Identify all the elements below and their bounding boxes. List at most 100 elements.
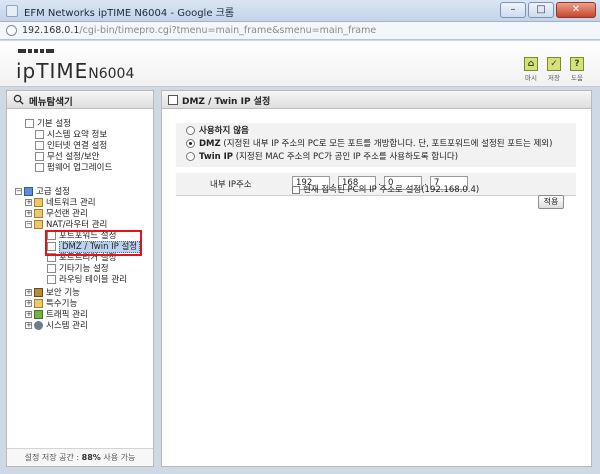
tree-advanced-settings[interactable]: − 고급 설정 [15,187,70,198]
home-button[interactable]: ⌂ 마시 [522,57,540,82]
menu-explorer: 메뉴탐색기 기본 설정 시스템 요약 정보 인터넷 연결 설정 무선 설정/보안… [6,90,154,467]
option-dmz[interactable]: DMZ (지정된 내부 IP 주소의 PC로 모든 포트를 개방합니다. 단, … [186,138,552,150]
mode-options: 사용하지 않음 DMZ (지정된 내부 IP 주소의 PC로 모든 포트를 개방… [176,123,576,167]
save-label: 저장 [548,74,560,82]
page-title: DMZ / Twin IP 설정 [182,97,271,107]
radio-dmz[interactable] [186,139,195,148]
tree-item-misc[interactable]: 기타기능 설정 [47,264,109,275]
logo: ipTIMEN6004 [16,59,134,83]
tree-item-label: 보안 기능 [46,288,80,298]
tree-item-security[interactable]: + 보안 기능 [25,288,80,299]
tree-item-label: 시스템 관리 [46,321,88,331]
option-disabled[interactable]: 사용하지 않음 [186,125,249,137]
header-buttons: ⌂ 마시 ✓ 저장 ? 도움 [522,57,586,82]
option-twinip[interactable]: Twin IP (지정된 MAC 주소의 PC가 공인 IP 주소를 사용하도록… [186,151,458,163]
storage-prefix: 설정 저장 공간 : [24,453,82,462]
page-icon [168,95,178,105]
tree-item-label: 라우팅 테이블 관리 [59,275,127,285]
collapse-icon[interactable]: − [25,221,32,228]
window-titlebar: EFM Networks ipTIME N6004 - Google 크롬 – … [0,0,600,22]
help-button[interactable]: ? 도움 [568,57,586,82]
document-icon [35,141,44,150]
tree-item-label: 트래픽 관리 [46,310,88,320]
document-icon [35,130,44,139]
folder-icon [34,220,43,229]
tree-item-wireless-security[interactable]: 무선 설정/보안 [35,152,100,163]
divider [176,195,576,196]
maximize-button[interactable]: □ [528,2,554,18]
document-icon [47,264,56,273]
use-current-pc-checkbox[interactable] [292,185,300,194]
storage-value: 88% [81,453,101,462]
tree-item-label: 네트워크 관리 [46,198,96,208]
expand-icon[interactable]: + [25,199,32,206]
tree-basic-label: 기본 설정 [37,119,71,129]
settings-icon [24,187,33,196]
expand-icon[interactable]: + [25,210,32,217]
expand-icon[interactable]: + [25,300,32,307]
url-text[interactable]: 192.168.0.1/cgi-bin/timepro.cgi?tmenu=ma… [22,25,376,36]
tree-item-special[interactable]: + 특수기능 [25,299,77,310]
app-icon [6,5,18,17]
search-icon [13,94,24,105]
radio-twinip[interactable] [186,152,195,161]
tree-item-label: 무선 설정/보안 [47,152,100,162]
content-panel: DMZ / Twin IP 설정 사용하지 않음 DMZ (지정된 내부 IP … [161,90,592,467]
highlight-annotation [45,230,142,256]
tree-item-system[interactable]: + 시스템 관리 [25,321,88,332]
internal-ip-label: 내부 IP주소 [210,180,252,190]
option-dmz-desc: (지정된 내부 IP 주소의 PC로 모든 포트를 개방합니다. 단, 포트포워… [220,139,553,149]
url-host: 192.168.0.1 [22,25,80,36]
folder-icon [34,209,43,218]
minimize-button[interactable]: – [500,2,526,18]
tree-item-label: 기타기능 설정 [59,264,109,274]
tree-item-label: NAT/라우터 관리 [46,220,108,230]
home-icon: ⌂ [524,57,538,71]
save-icon: ✓ [547,57,561,71]
tree-item-label: 특수기능 [46,299,78,309]
option-twinip-label: Twin IP [199,152,234,162]
storage-status: 설정 저장 공간 : 88% 사용 가능 [7,448,153,466]
option-twinip-desc: (지정된 MAC 주소의 PC가 공인 IP 주소를 사용하도록 합니다) [233,152,459,162]
menu-explorer-title: 메뉴탐색기 [29,97,73,108]
folder-icon [34,299,43,308]
tree-item-traffic[interactable]: + 트래픽 관리 [25,310,88,321]
tree-item-network[interactable]: + 네트워크 관리 [25,198,96,209]
tree-item-routing-table[interactable]: 라우팅 테이블 관리 [47,275,127,286]
use-current-pc-option[interactable]: 현재 접속된 PC의 IP 주소로 설정(192.168.0.4) [292,183,479,195]
close-button[interactable]: ✕ [556,2,596,18]
expand-icon[interactable]: + [25,311,32,318]
address-bar[interactable]: 192.168.0.1/cgi-bin/timepro.cgi?tmenu=ma… [0,22,600,40]
option-disabled-label: 사용하지 않음 [199,126,249,136]
router-header: ipTIMEN6004 ⌂ 마시 ✓ 저장 ? 도움 [0,41,600,87]
help-icon: ? [570,57,584,71]
document-icon [47,275,56,284]
save-button[interactable]: ✓ 저장 [545,57,563,82]
logo-dots-icon [18,49,54,53]
tree-item-internet-setup[interactable]: 인터넷 연결 설정 [35,141,107,152]
tree-item-label: 시스템 요약 정보 [47,130,108,140]
expand-icon[interactable]: + [25,322,32,329]
tree-item-system-summary[interactable]: 시스템 요약 정보 [35,130,107,141]
tree-item-label: 펌웨어 업그레이드 [47,163,113,173]
tree-item-wireless-lan[interactable]: + 무선랜 관리 [25,209,88,220]
help-label: 도움 [571,74,583,82]
document-icon [25,119,34,128]
menu-explorer-header: 메뉴탐색기 [7,91,153,109]
radio-disabled[interactable] [186,126,195,135]
logo-model: N6004 [88,66,135,82]
page-info-icon[interactable] [6,25,17,36]
tree-item-label: 무선랜 관리 [46,209,88,219]
tree-advanced-label: 고급 설정 [36,187,70,197]
logo-brand: ipTIME [16,59,89,83]
lock-icon [34,288,43,297]
expand-icon[interactable]: + [25,289,32,296]
gear-icon [34,321,43,330]
window-title: EFM Networks ipTIME N6004 - Google 크롬 [24,8,235,19]
apply-button[interactable]: 적용 [538,195,564,209]
collapse-icon[interactable]: − [15,188,22,195]
url-path: /cgi-bin/timepro.cgi?tmenu=main_frame&sm… [79,25,377,36]
tree-item-firmware-upgrade[interactable]: 펌웨어 업그레이드 [35,163,112,174]
tree-item-label: 인터넷 연결 설정 [47,141,108,151]
tree-basic-settings[interactable]: 기본 설정 [25,119,71,130]
